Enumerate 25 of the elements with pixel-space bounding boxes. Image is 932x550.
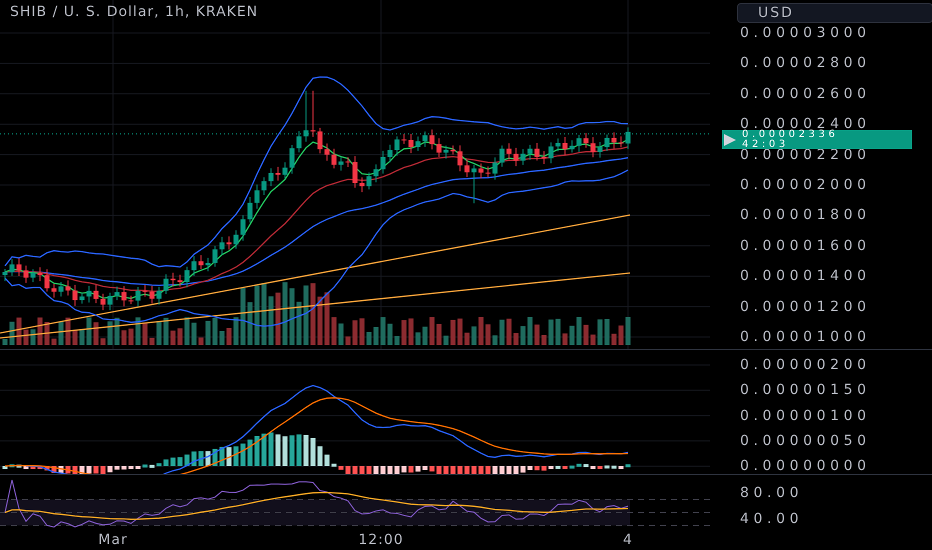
macd-axis-label: 0.00000100 — [740, 410, 871, 422]
chart-title: SHIB / U. S. Dollar, 1h, KRAKEN — [10, 4, 258, 20]
macd-axis-label: 0.00000200 — [740, 359, 871, 371]
price-axis-label: 0.00002400 — [740, 118, 871, 130]
price-axis-label: 0.00002200 — [740, 148, 871, 161]
macd-axis-label: 0.00000050 — [740, 434, 871, 447]
price-axis-label: 0.00003000 — [740, 27, 871, 39]
currency-button[interactable]: USD — [737, 3, 932, 23]
price-axis-label: 0.00001800 — [740, 209, 871, 222]
rsi-axis-label: 40.00 — [740, 513, 804, 525]
last-price: 0.00002336 — [742, 130, 840, 140]
macd-axis-label: 0.00000000 — [740, 460, 871, 472]
macd-axis-label: 0.00000150 — [740, 384, 871, 396]
price-axis-label: 0.00001600 — [740, 240, 871, 252]
candle-countdown: 42:03 — [742, 140, 789, 149]
price-axis-label: 0.00001200 — [740, 300, 871, 313]
price-axis-label: 0.00001000 — [740, 330, 871, 343]
price-axis-label: 0.00002800 — [740, 57, 871, 70]
price-axis-label: 0.00001400 — [740, 270, 871, 282]
price-axis-label: 0.00002600 — [740, 88, 871, 100]
time-axis-label: 4 — [623, 532, 633, 548]
time-axis-label: Mar — [98, 532, 128, 548]
price-axis-label: 0.00002000 — [740, 178, 871, 191]
rsi-axis-label: 80.00 — [740, 487, 804, 499]
time-axis-label: 12:00 — [358, 532, 404, 548]
